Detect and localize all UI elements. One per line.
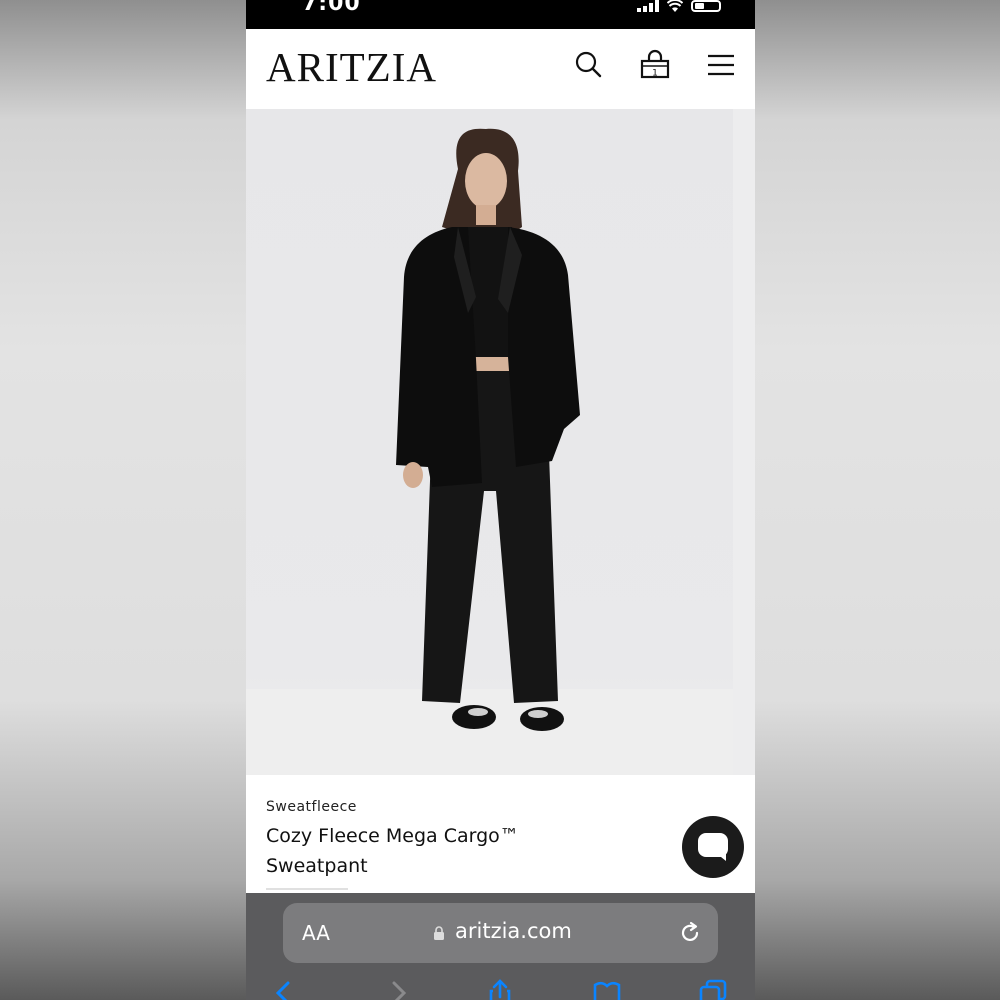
status-bar: 7:00	[246, 0, 755, 29]
wifi-icon	[667, 0, 683, 12]
search-icon[interactable]	[573, 49, 605, 81]
url-text[interactable]: aritzia.com	[455, 919, 572, 943]
product-info: Sweatfleece Cozy Fleece Mega Cargo™ Swea…	[246, 775, 755, 893]
chat-icon-tail	[716, 853, 726, 861]
forward-arrow-icon[interactable]	[384, 979, 412, 1000]
product-category[interactable]: Sweatfleece	[266, 799, 357, 815]
bag-count: 1	[652, 69, 658, 79]
reload-icon[interactable]	[677, 920, 703, 946]
share-icon[interactable]	[486, 979, 514, 1000]
product-title: Cozy Fleece Mega Cargo™ Sweatpant	[266, 825, 519, 877]
phone-screen: 7:00 ARITZIA 1 Sweatfleece Cozy Fleece M…	[246, 0, 755, 1000]
tabs-icon[interactable]	[699, 979, 727, 1000]
brand-logo[interactable]: ARITZIA	[266, 43, 437, 91]
product-image[interactable]	[246, 109, 755, 775]
site-header: ARITZIA 1	[246, 29, 755, 109]
battery-icon	[691, 0, 721, 12]
model-figure	[396, 128, 580, 731]
browser-nav-row	[246, 975, 755, 1000]
shopping-bag-icon[interactable]: 1	[639, 49, 671, 81]
status-time: 7:00	[302, 0, 361, 16]
cellular-signal-icon	[637, 0, 659, 12]
browser-toolbar: AA aritzia.com	[246, 893, 755, 1000]
address-bar[interactable]: AA aritzia.com	[283, 903, 718, 963]
status-icons	[637, 0, 721, 12]
divider	[266, 888, 348, 890]
next-image-peek	[733, 109, 755, 775]
chat-button[interactable]	[682, 816, 744, 878]
bookmarks-icon[interactable]	[593, 979, 621, 1000]
text-size-button[interactable]: AA	[302, 921, 330, 945]
back-arrow-icon[interactable]	[270, 979, 298, 1000]
lock-icon	[434, 926, 444, 940]
hamburger-menu-icon[interactable]	[705, 49, 737, 81]
